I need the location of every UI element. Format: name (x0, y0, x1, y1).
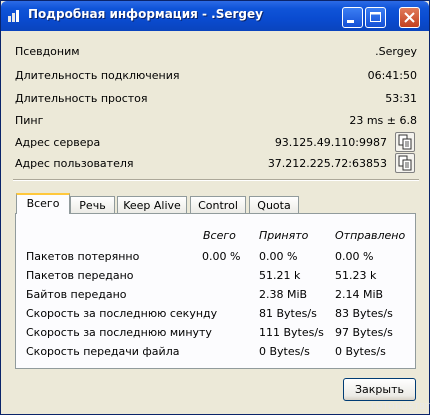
info-label: Адрес пользователя (15, 157, 134, 170)
window-title: Подробная информация - .Sergey (28, 7, 263, 21)
copy-icon (398, 134, 412, 150)
info-row-user-address: Адрес пользователя 37.212.225.72:63853 (15, 153, 417, 173)
tab-control[interactable]: Control (190, 196, 246, 213)
stat-sent: 51.23 k (335, 269, 377, 282)
stat-label: Скорость за последнюю минуту (26, 326, 212, 339)
stat-received: 111 Bytes/s (259, 326, 324, 339)
info-value: 37.212.225.72:63853 (267, 157, 387, 170)
info-label: Длительность подключения (15, 69, 180, 82)
stat-received: 0 Bytes/s (259, 345, 310, 358)
tab-total[interactable]: Всего (16, 193, 70, 214)
teamspeak-app-icon (8, 10, 19, 22)
maximize-icon (370, 12, 381, 22)
stat-sent: 97 Bytes/s (335, 326, 393, 339)
close-button[interactable]: Закрыть (343, 378, 416, 401)
stat-label: Пакетов передано (26, 269, 134, 282)
tab-quota[interactable]: Quota (249, 196, 299, 213)
info-label: Адрес сервера (15, 136, 101, 149)
details-window: Подробная информация - .Sergey Псевдоним… (0, 0, 430, 415)
column-header-sent: Отправлено (335, 229, 406, 242)
info-value: 53:31 (385, 92, 417, 105)
info-value: 93.125.49.110:9987 (274, 136, 387, 149)
title-bar[interactable]: Подробная информация - .Sergey (1, 1, 429, 31)
stat-label: Скорость передачи файла (26, 345, 180, 358)
close-window-button[interactable] (399, 7, 420, 28)
close-icon (404, 12, 415, 23)
divider (13, 179, 419, 181)
stat-sent: 0 Bytes/s (335, 345, 386, 358)
info-label: Пинг (15, 114, 44, 127)
minimize-button[interactable] (342, 7, 363, 28)
stat-received: 2.38 MiB (259, 288, 308, 301)
stat-label: Пакетов потерянно (26, 250, 140, 263)
column-header-received: Принято (259, 229, 309, 242)
copy-user-address-button[interactable] (395, 153, 415, 173)
tab-keep-alive[interactable]: Keep Alive (117, 196, 187, 213)
stat-total: 0.00 % (202, 250, 241, 263)
stat-received: 0.00 % (259, 250, 298, 263)
stat-sent: 0.00 % (335, 250, 374, 263)
info-row-ping: Пинг 23 ms ± 6.8 (15, 112, 417, 130)
stat-label: Байтов передано (26, 288, 127, 301)
info-row-connection-time: Длительность подключения 06:41:50 (15, 67, 417, 85)
copy-server-address-button[interactable] (395, 132, 415, 152)
info-value: 06:41:50 (367, 69, 417, 82)
info-row-nickname: Псевдоним .Sergey (15, 43, 417, 61)
info-label: Псевдоним (15, 45, 80, 58)
info-row-idle-time: Длительность простоя 53:31 (15, 90, 417, 108)
info-value: 23 ms ± 6.8 (349, 114, 417, 127)
info-label: Длительность простоя (15, 92, 148, 105)
info-value: .Sergey (375, 45, 417, 58)
tab-voice[interactable]: Речь (70, 196, 115, 213)
column-header-total: Всего (203, 229, 236, 242)
stat-sent: 83 Bytes/s (335, 307, 393, 320)
info-row-server-address: Адрес сервера 93.125.49.110:9987 (15, 132, 417, 152)
copy-icon (398, 155, 412, 171)
minimize-icon (347, 20, 354, 23)
stat-received: 51.21 k (259, 269, 301, 282)
maximize-button[interactable] (365, 7, 386, 28)
stat-received: 81 Bytes/s (259, 307, 317, 320)
watermark: FOTOHOSTBY (371, 402, 430, 411)
stat-label: Скорость за последнюю секунду (26, 307, 218, 320)
stat-sent: 2.14 MiB (335, 288, 384, 301)
